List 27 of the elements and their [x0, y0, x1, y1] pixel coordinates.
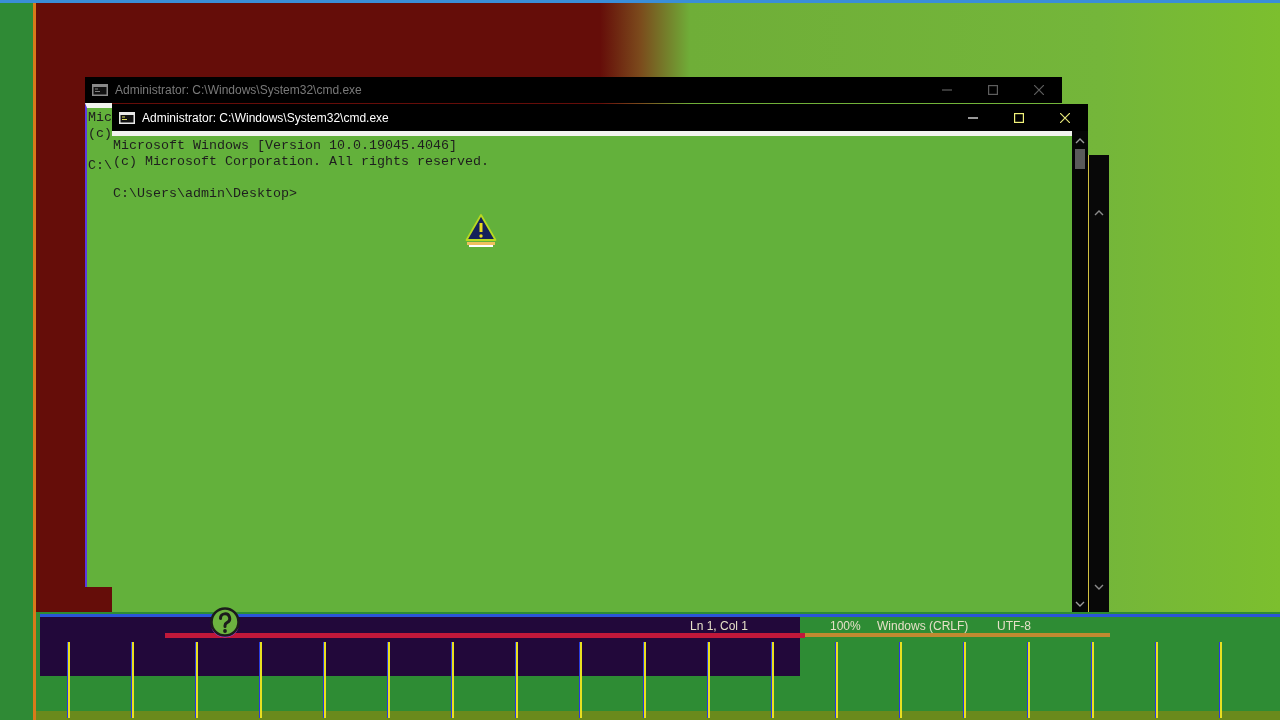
- window-title: Administrator: C:\Windows\System32\cmd.exe: [142, 110, 390, 125]
- warning-icon: [465, 213, 497, 247]
- console-area[interactable]: Microsoft Windows [Version 10.0.19045.4046] (c) Microsoft Corporation. All rights reserved. C:\Users\admin\Desktop>: [112, 131, 1072, 612]
- scrollbar[interactable]: [1072, 131, 1088, 612]
- console-area[interactable]: Mic (c) C:\: [85, 103, 112, 587]
- close-icon: [1060, 112, 1070, 123]
- help-icon[interactable]: [209, 606, 241, 640]
- status-text: UTF-8: [997, 619, 1031, 633]
- maximize-icon: [1014, 112, 1024, 123]
- close-icon: [1034, 85, 1044, 95]
- chevron-up-icon[interactable]: [1075, 137, 1085, 145]
- status-text: Windows (CRLF): [877, 619, 969, 633]
- console-icon: [92, 84, 108, 96]
- console-line: Microsoft Windows [Version 10.0.19045.4046]: [113, 138, 457, 154]
- status-text: 100%: [830, 619, 861, 633]
- scrollbar[interactable]: [1088, 155, 1109, 612]
- window-title: Administrator: C:\Windows\System32\cmd.exe: [115, 83, 363, 97]
- chevron-up-icon[interactable]: [1094, 209, 1104, 217]
- console-line: (c) Microsoft Corporation. All rights reserved.: [113, 154, 489, 170]
- console-line: (c): [88, 126, 112, 142]
- console-icon: [119, 111, 135, 124]
- scrollbar-thumb[interactable]: [1075, 149, 1085, 169]
- status-text: Ln 1, Col 1: [690, 619, 749, 633]
- console-line: C:\: [88, 158, 112, 174]
- console-line: Mic: [88, 110, 112, 126]
- maximize-icon: [988, 85, 998, 95]
- console-line: C:\Users\admin\Desktop>: [113, 186, 297, 202]
